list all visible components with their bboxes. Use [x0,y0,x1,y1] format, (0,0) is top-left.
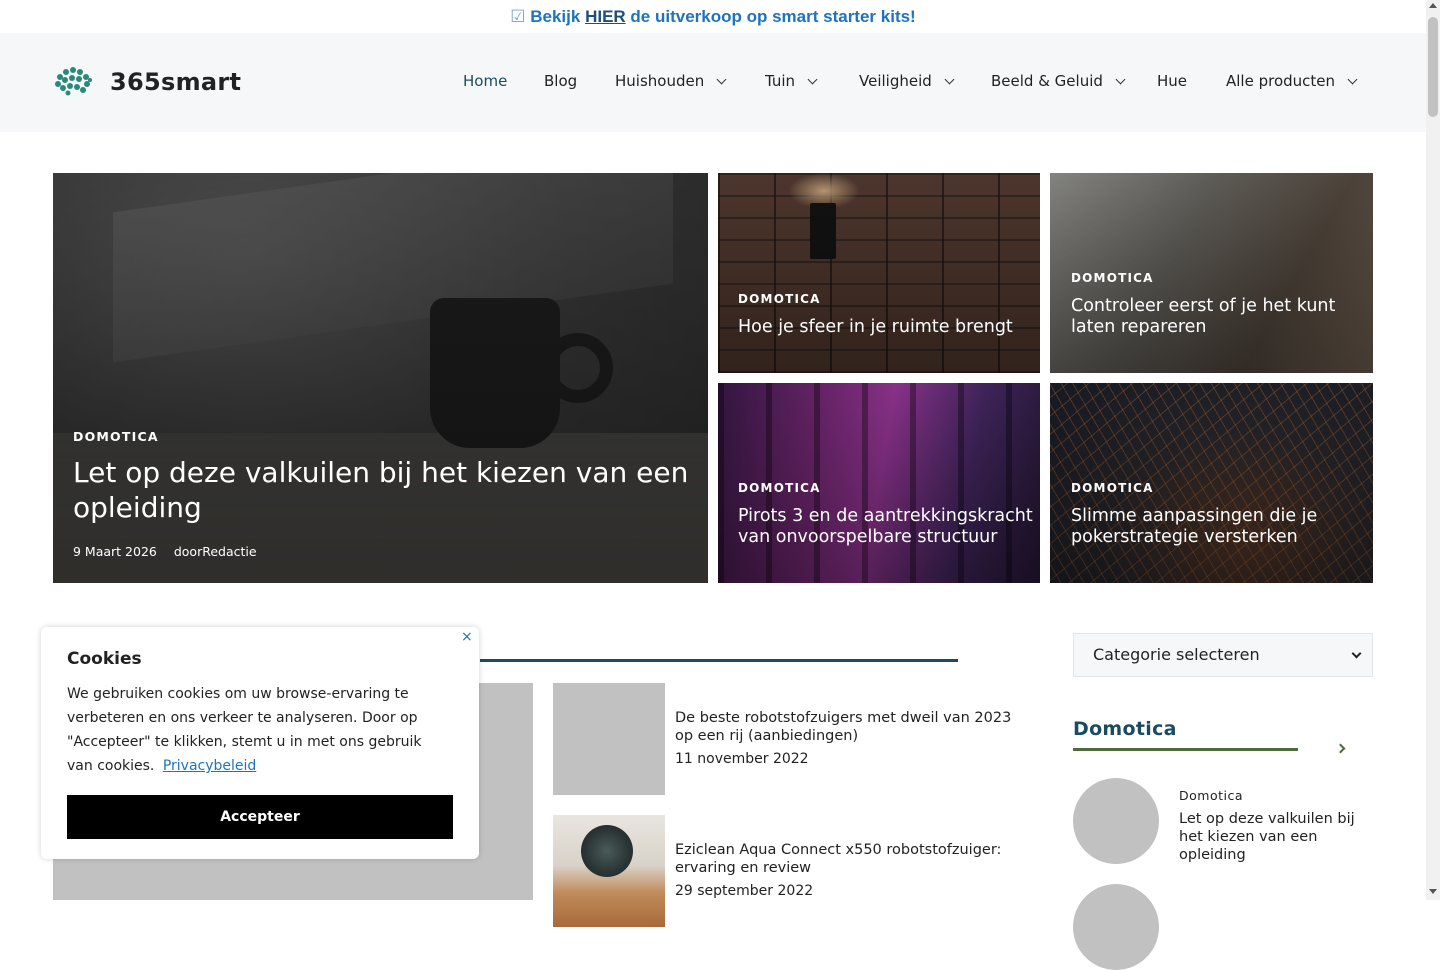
hero-card-2[interactable]: DOMOTICA Controleer eerst of je het kunt… [1050,173,1373,373]
scrollbar[interactable] [1426,0,1440,900]
hero-card-1[interactable]: DOMOTICA Hoe je sfeer in je ruimte breng… [718,173,1040,373]
robot-vacuum-image [581,825,633,877]
category-select[interactable]: Categorie selecteren [1073,633,1373,677]
nav-blog[interactable]: Blog [544,72,577,90]
main-nav: Home Blog Huishouden Tuin Veiligheid Bee… [0,72,1426,96]
nav-hue[interactable]: Hue [1157,72,1187,90]
checkbox-icon: ☑ [510,7,526,26]
hero-card-3[interactable]: DOMOTICA Pirots 3 en de aantrekkingskrac… [718,383,1040,583]
hero-main-date: 9 Maart 2026 [73,544,157,559]
scroll-up-icon[interactable] [1429,3,1437,8]
hero-card-title[interactable]: Controleer eerst of je het kunt laten re… [1071,296,1361,338]
scroll-down-icon[interactable] [1429,889,1437,894]
hero-card-category[interactable]: DOMOTICA [738,481,821,495]
site-header: 365smart Home Blog Huishouden Tuin Veili… [0,33,1426,132]
chevron-down-icon [1347,74,1358,85]
accept-button[interactable]: Accepteer [67,795,453,839]
sidebar-heading: Domotica [1073,718,1177,740]
sidebar-thumbnail[interactable] [1073,778,1159,864]
chevron-down-icon [716,74,727,85]
nav-huishouden[interactable]: Huishouden [615,72,727,90]
nav-tuin[interactable]: Tuin [765,72,818,90]
hero-main-card[interactable]: DOMOTICA Let op deze valkuilen bij het k… [53,173,708,583]
hero-card-title[interactable]: Pirots 3 en de aantrekkingskracht van on… [738,506,1033,548]
hero-card-category[interactable]: DOMOTICA [1071,271,1154,285]
nav-alle-producten[interactable]: Alle producten [1226,72,1358,90]
hero-card-category[interactable]: DOMOTICA [738,292,821,306]
nav-beeld-geluid[interactable]: Beeld & Geluid [991,72,1126,90]
promo-bar: ☑ Bekijk HIER de uitverkoop op smart sta… [0,0,1426,33]
close-icon[interactable]: × [461,629,473,645]
hero-card-4[interactable]: DOMOTICA Slimme aanpassingen die je poke… [1050,383,1373,583]
nav-home[interactable]: Home [463,72,507,90]
sidebar-divider [1073,748,1298,751]
hero-card-title[interactable]: Slimme aanpassingen die je pokerstrategi… [1071,506,1366,548]
privacy-policy-link[interactable]: Privacybeleid [163,758,256,774]
promo-link[interactable]: HIER [585,7,626,26]
section-divider [480,659,958,662]
post-date: 11 november 2022 [675,751,809,767]
post-thumbnail[interactable] [553,815,665,927]
post-title[interactable]: De beste robotstofzuigers met dweil van … [675,709,1025,745]
chevron-down-icon [944,74,955,85]
hero-card-category[interactable]: DOMOTICA [1071,481,1154,495]
cookie-text: We gebruiken cookies om uw browse-ervari… [67,686,422,774]
hero-main-title[interactable]: Let op deze valkuilen bij het kiezen van… [73,455,693,525]
sidebar-item-title[interactable]: Let op deze valkuilen bij het kiezen van… [1179,810,1379,864]
nav-veiligheid[interactable]: Veiligheid [859,72,955,90]
sidebar-item-category[interactable]: Domotica [1179,788,1243,803]
chevron-down-icon [807,74,818,85]
post-title[interactable]: Eziclean Aqua Connect x550 robotstofzuig… [675,841,1025,877]
cookie-title: Cookies [67,649,142,669]
scrollbar-thumb[interactable] [1428,17,1438,117]
hero-main-author[interactable]: doorRedactie [174,544,257,559]
hero-card-title[interactable]: Hoe je sfeer in je ruimte brengt [738,317,1028,338]
chevron-down-icon [1115,74,1126,85]
post-thumbnail[interactable] [553,683,665,795]
promo-text-after: de uitverkoop op smart starter kits! [630,7,916,26]
post-date: 29 september 2022 [675,883,814,899]
hero-main-meta: 9 Maart 2026 doorRedactie [73,544,270,559]
chevron-down-icon [1351,648,1362,659]
promo-text-before: Bekijk [530,7,581,26]
cookie-dialog: × Cookies We gebruiken cookies om uw bro… [41,627,479,859]
chevron-right-icon[interactable] [1335,743,1346,754]
hero-main-category[interactable]: DOMOTICA [73,429,159,444]
sidebar-thumbnail[interactable] [1073,884,1159,970]
